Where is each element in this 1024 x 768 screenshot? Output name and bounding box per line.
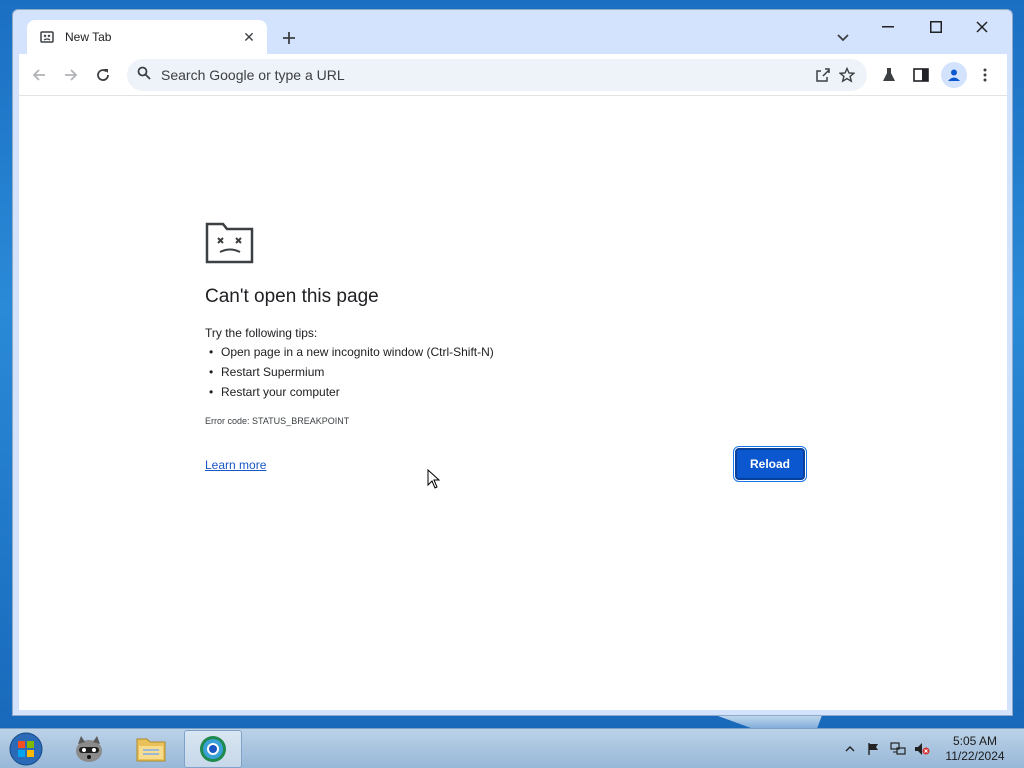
file-explorer-icon[interactable] xyxy=(122,730,180,768)
tab-strip: New Tab ✕ xyxy=(13,10,1012,54)
mouse-cursor-icon xyxy=(427,468,441,494)
minimize-icon[interactable] xyxy=(865,14,911,40)
back-arrow-icon[interactable] xyxy=(27,63,51,87)
learn-more-link[interactable]: Learn more xyxy=(205,458,266,472)
taskbar: 5:05 AM 11/22/2024 xyxy=(0,728,1024,768)
sad-tab-icon xyxy=(39,29,55,45)
plus-icon[interactable] xyxy=(277,26,301,50)
error-title: Can't open this page xyxy=(205,286,379,307)
omnibox-placeholder: Search Google or type a URL xyxy=(161,67,345,83)
chevron-up-icon[interactable] xyxy=(842,741,858,757)
labs-flask-icon[interactable] xyxy=(877,63,901,87)
search-icon xyxy=(137,66,151,85)
tips-list: • Open page in a new incognito window (Ct… xyxy=(209,342,494,402)
volume-muted-icon[interactable] xyxy=(914,741,930,757)
side-panel-icon[interactable] xyxy=(909,63,933,87)
raccoon-app-icon[interactable] xyxy=(60,730,118,768)
window-close-icon[interactable] xyxy=(959,14,1005,40)
share-icon[interactable] xyxy=(811,63,835,87)
clock-time: 5:05 AM xyxy=(952,734,998,748)
toolbar: Search Google or type a URL xyxy=(19,54,1007,96)
kebab-menu-icon[interactable] xyxy=(973,63,997,87)
maximize-icon[interactable] xyxy=(913,14,959,40)
page-content: Can't open this page Try the following t… xyxy=(19,96,1007,710)
windows-start-icon[interactable] xyxy=(6,730,46,768)
system-clock[interactable]: 5:05 AM 11/22/2024 xyxy=(940,734,1010,764)
clock-date: 11/22/2024 xyxy=(945,749,1005,763)
omnibox[interactable]: Search Google or type a URL xyxy=(127,59,867,91)
action-center-flag-icon[interactable] xyxy=(866,741,882,757)
profile-avatar-icon[interactable] xyxy=(941,62,967,88)
browser-window: New Tab ✕ Search Google or type a URL Ca… xyxy=(12,9,1013,716)
chevron-down-icon[interactable] xyxy=(831,26,855,50)
reload-icon[interactable] xyxy=(91,63,115,87)
list-item: • Restart your computer xyxy=(209,385,340,399)
tab-title: New Tab xyxy=(65,30,112,44)
tab-new-tab[interactable]: New Tab ✕ xyxy=(27,20,267,54)
reload-button[interactable]: Reload xyxy=(733,446,807,482)
close-icon[interactable]: ✕ xyxy=(241,29,257,45)
list-item: • Restart Supermium xyxy=(209,365,325,379)
network-icon[interactable] xyxy=(890,741,906,757)
tips-intro: Try the following tips: xyxy=(205,326,318,340)
list-item: • Open page in a new incognito window (Ct… xyxy=(209,345,494,359)
bookmark-star-icon[interactable] xyxy=(835,63,859,87)
forward-arrow-icon[interactable] xyxy=(59,63,83,87)
supermium-browser-icon[interactable] xyxy=(184,730,242,768)
sad-folder-icon xyxy=(205,222,255,269)
error-code: Error code: STATUS_BREAKPOINT xyxy=(205,416,350,426)
